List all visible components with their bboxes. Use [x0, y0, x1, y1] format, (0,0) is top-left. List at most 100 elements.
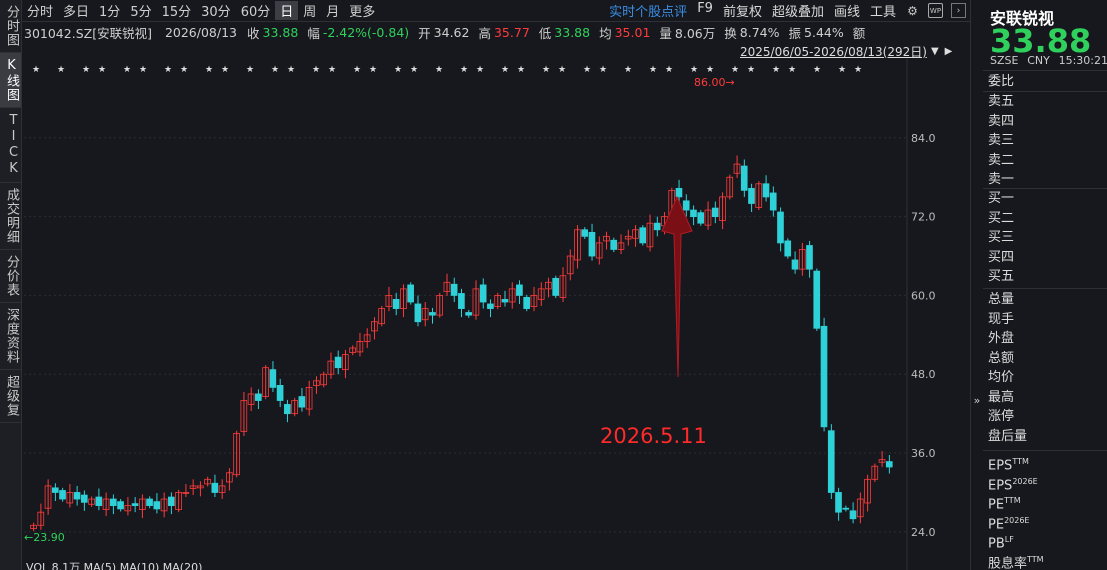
- toolbar: 分时 多日 1分 5分 15分 30分 60分日周月更多 实时个股点评 F9 前复权 超级叠加 画线…: [22, 0, 970, 22]
- timeframe-tab-1[interactable]: 多日: [58, 1, 94, 20]
- fin-label-2: PETTM: [988, 491, 1107, 512]
- timeframe-tab-5[interactable]: 30分: [196, 1, 236, 20]
- stat-label-3: 总额: [988, 350, 1015, 366]
- timeframe-tab-0[interactable]: 分时: [22, 1, 58, 20]
- candle-body: [690, 209, 697, 218]
- right-panel: » 安联锐视 33.88 SZSE CNY 15:30:21 委比 卖五 卖四 卖三…: [970, 0, 1107, 570]
- annotation-arrow: [661, 195, 693, 378]
- close-value: 33.88: [262, 24, 299, 40]
- toolbar-item-3[interactable]: 超级叠加: [767, 1, 829, 20]
- candle-body: [269, 369, 277, 388]
- nav-tab-3[interactable]: 成交明细: [0, 183, 21, 250]
- timeframe-tab-8[interactable]: 周: [298, 1, 321, 20]
- event-marker: ★: [123, 65, 131, 75]
- quote-date: 2026/08/13: [164, 24, 237, 40]
- candle-body: [806, 245, 813, 270]
- event-marker: ★: [558, 65, 566, 75]
- toolbar-item-1[interactable]: F9: [692, 1, 718, 20]
- high-label: 高: [478, 25, 491, 41]
- timeframe-tab-9[interactable]: 月: [321, 1, 344, 20]
- event-marker: ★: [501, 65, 509, 75]
- candle-body: [211, 482, 219, 493]
- timeframe-tab-10[interactable]: 更多: [344, 1, 380, 20]
- candle-body: [762, 183, 770, 198]
- nav-tab-4[interactable]: 分价表: [0, 250, 21, 303]
- nav-right-icon[interactable]: ›: [951, 3, 966, 18]
- toolbar-right-items: 实时个股点评 F9 前复权 超级叠加 画线 工具: [604, 1, 901, 20]
- y-tick-label: 24.0: [911, 526, 936, 539]
- candle-body: [769, 192, 777, 211]
- nav-tab-5[interactable]: 深度资料: [0, 303, 21, 370]
- fin-label-text: 股息率: [988, 555, 1028, 570]
- kline-chart[interactable]: 84.0 72.0 60.0 48.0 36.0 24.0 86.00→ ←23.90 2026…: [22, 59, 970, 570]
- nav-tab-1[interactable]: K线图: [0, 53, 21, 108]
- nav-tab-0[interactable]: 分时图: [0, 0, 21, 53]
- change-value: -2.42%(-0.84): [322, 24, 410, 40]
- event-marker: ★: [813, 65, 821, 75]
- event-marker: ★: [57, 65, 65, 75]
- toolbar-item-2[interactable]: 前复权: [718, 1, 767, 20]
- candle-body: [885, 461, 893, 468]
- candle-body: [167, 496, 175, 506]
- volume-label: VOL 8.1万 MA(5) MA(10) MA(20): [26, 561, 202, 570]
- date-range[interactable]: 2025/06/05-2026/08/13(292日): [740, 43, 927, 60]
- event-marker: ★: [180, 65, 188, 75]
- candle-body: [697, 212, 705, 224]
- ratio-row: 委比: [988, 72, 1107, 92]
- toolbar-item-0[interactable]: 实时个股点评: [604, 1, 692, 20]
- divider: [983, 450, 1107, 451]
- timeframe-tabs: 分时 多日 1分 5分 15分 30分 60分日周月更多: [22, 1, 380, 20]
- stat-label-2: 外盘: [988, 331, 1015, 346]
- candle-body: [849, 510, 857, 520]
- range-bar[interactable]: 2025/06/05-2026/08/13(292日) ▼ ▶: [740, 43, 970, 59]
- timeframe-tab-6[interactable]: 60分: [236, 1, 276, 20]
- buy-level-1: 买二: [988, 210, 1015, 226]
- stat-label-6: 涨停: [988, 409, 1015, 424]
- event-marker: ★: [747, 65, 755, 75]
- collapse-arrow-icon[interactable]: »: [971, 385, 983, 415]
- candle-body: [80, 494, 88, 503]
- max-price-label: 86.00→: [694, 76, 735, 89]
- event-marker: ★: [328, 65, 336, 75]
- fin-label-0: EPSTTM: [988, 452, 1107, 473]
- toolbar-item-4[interactable]: 画线: [829, 1, 865, 20]
- sell-level-4: 卖一: [988, 172, 1015, 187]
- sell-level-0: 卖五: [988, 94, 1015, 109]
- gear-icon[interactable]: ⚙: [905, 3, 920, 18]
- event-marker: ★: [731, 65, 739, 75]
- event-marker: ★: [517, 65, 525, 75]
- candle-body: [842, 507, 850, 510]
- event-marker: ★: [435, 65, 443, 75]
- toolbar-item-5[interactable]: 工具: [865, 1, 901, 20]
- event-marker: ★: [369, 65, 377, 75]
- candle-body: [73, 492, 81, 500]
- event-marker: ★: [32, 65, 40, 75]
- event-marker: ★: [164, 65, 172, 75]
- stat-label-0: 总量: [988, 292, 1015, 307]
- vol-label: 量: [659, 25, 672, 41]
- event-marker: ★: [98, 65, 106, 75]
- candle-body: [639, 227, 647, 244]
- dropdown-icon[interactable]: ▼: [931, 46, 939, 57]
- fin-label-4: PBLF: [988, 530, 1107, 551]
- candle-body: [588, 231, 596, 257]
- timeframe-tab-7[interactable]: 日: [275, 1, 299, 20]
- chevron-right-icon[interactable]: ▶: [945, 46, 953, 57]
- event-marker: ★: [271, 65, 279, 75]
- amount-label: 额: [852, 25, 866, 41]
- timeframe-tab-2[interactable]: 1分: [94, 1, 125, 20]
- event-marker: ★: [690, 65, 698, 75]
- buy-level-0: 买一: [988, 191, 1015, 206]
- fin-label-sup: TTM: [1027, 554, 1044, 564]
- stat-label-4: 均价: [988, 370, 1015, 385]
- candle-body: [610, 239, 618, 250]
- timeframe-tab-4[interactable]: 15分: [157, 1, 197, 20]
- nav-tab-2[interactable]: TICK: [0, 108, 21, 183]
- event-marker: ★: [287, 65, 295, 75]
- candle-body: [479, 284, 487, 303]
- candle-body: [429, 312, 436, 316]
- nav-tab-6[interactable]: 超级复: [0, 370, 21, 423]
- wp-icon[interactable]: WP: [928, 3, 943, 18]
- candle-body: [407, 284, 414, 303]
- timeframe-tab-3[interactable]: 5分: [125, 1, 156, 20]
